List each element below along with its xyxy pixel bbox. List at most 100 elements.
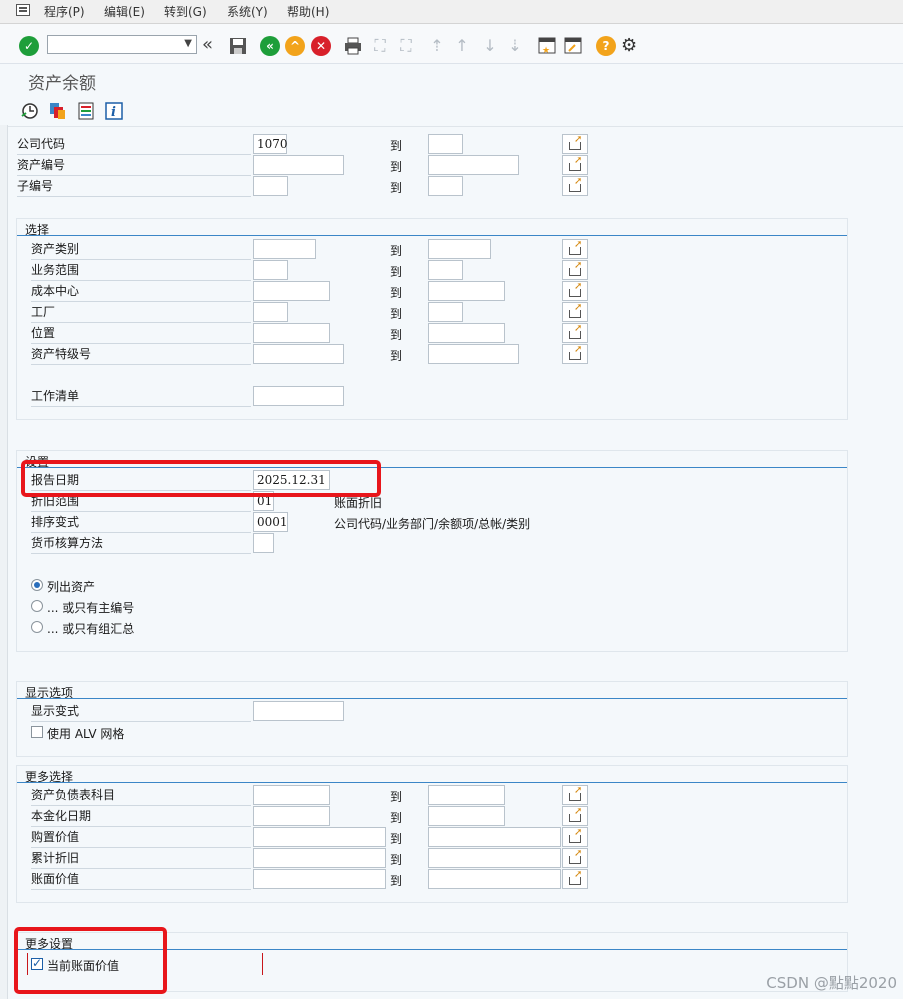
sort-variant-label: 排序变式 [31, 513, 251, 533]
currency-method-input[interactable] [253, 533, 274, 553]
menu-system[interactable]: 系统(Y) [227, 3, 268, 20]
accumulated-depreciation-high-input[interactable] [428, 848, 561, 868]
menu-edit[interactable]: 编辑(E) [104, 3, 145, 20]
multiple-selection-button[interactable] [562, 827, 588, 847]
info-icon[interactable]: i [104, 101, 124, 121]
multiple-selection-button[interactable] [562, 239, 588, 259]
company-code-low-input[interactable]: 1070 [253, 134, 288, 154]
plant-high-input[interactable] [428, 302, 463, 322]
find-next-icon[interactable]: ⛶ [396, 36, 416, 56]
asset-super-number-high-input[interactable] [428, 344, 519, 364]
enter-check-icon[interactable]: ✓ [19, 36, 39, 56]
gear-icon[interactable]: ⚙ [621, 36, 641, 56]
screen-title: 资产余额 [28, 74, 96, 94]
save-icon[interactable] [228, 36, 248, 56]
execute-clock-icon[interactable] [20, 101, 40, 121]
acquisition-value-low-input[interactable] [253, 827, 386, 847]
business-area-low-input[interactable] [253, 260, 288, 280]
multiple-selection-button[interactable] [562, 176, 588, 196]
to-label: 到 [390, 181, 403, 195]
capitalization-date-high-input[interactable] [428, 806, 505, 826]
multiple-selection-button[interactable] [562, 134, 588, 154]
exit-icon[interactable]: ^ [285, 36, 305, 56]
asset-class-high-input[interactable] [428, 239, 491, 259]
command-field[interactable]: ▼ [47, 35, 197, 54]
variant-icon[interactable] [48, 101, 68, 121]
currency-method-label: 货币核算方法 [31, 534, 251, 554]
cost-center-low-input[interactable] [253, 281, 330, 301]
multiple-selection-button[interactable] [562, 260, 588, 280]
menu-bar: 程序(P) 编辑(E) 转到(G) 系统(Y) 帮助(H) [0, 0, 903, 24]
menu-help[interactable]: 帮助(H) [287, 3, 329, 20]
to-label: 到 [390, 853, 403, 867]
subnumber-high-input[interactable] [428, 176, 463, 196]
worklist-input[interactable] [253, 386, 344, 406]
book-value-low-input[interactable] [253, 869, 386, 889]
balance-sheet-account-low-input[interactable] [253, 785, 330, 805]
acquisition-value-high-input[interactable] [428, 827, 561, 847]
radio-main-number-only[interactable] [31, 600, 43, 612]
group-divider [17, 782, 847, 783]
first-page-icon[interactable]: ⇡ [427, 36, 447, 56]
asset-class-low-input[interactable] [253, 239, 316, 259]
use-alv-grid-checkbox[interactable] [31, 726, 43, 738]
last-page-icon[interactable]: ⇣ [505, 36, 525, 56]
cancel-icon[interactable]: ✕ [311, 36, 331, 56]
multiple-selection-button[interactable] [562, 155, 588, 175]
asset-super-number-label: 资产特级号 [31, 345, 251, 365]
company-code-high-input[interactable] [428, 134, 463, 154]
back-icon[interactable]: « [260, 36, 280, 56]
to-label: 到 [390, 811, 403, 825]
double-left-chevron-icon[interactable]: « [202, 36, 222, 56]
to-label: 到 [390, 307, 403, 321]
location-high-input[interactable] [428, 323, 505, 343]
accumulated-depreciation-low-input[interactable] [253, 848, 386, 868]
book-value-high-input[interactable] [428, 869, 561, 889]
chevron-down-icon[interactable]: ▼ [184, 38, 192, 49]
create-session-icon[interactable]: ★ [537, 36, 557, 56]
capitalization-date-low-input[interactable] [253, 806, 330, 826]
list-icon[interactable] [76, 101, 96, 121]
to-label: 到 [390, 790, 403, 804]
use-alv-grid-label: 使用 ALV 网格 [47, 727, 125, 741]
multiple-selection-button[interactable] [562, 323, 588, 343]
plant-low-input[interactable] [253, 302, 288, 322]
find-icon[interactable]: ⛶ [370, 36, 390, 56]
help-icon[interactable]: ? [596, 36, 616, 56]
menu-icon[interactable] [16, 4, 30, 16]
balance-sheet-account-high-input[interactable] [428, 785, 505, 805]
radio-group-totals-only[interactable] [31, 621, 43, 633]
multiple-selection-button[interactable] [562, 869, 588, 889]
menu-goto[interactable]: 转到(G) [164, 3, 207, 20]
radio-group-totals-only-label: ... 或只有组汇总 [47, 622, 135, 636]
location-low-input[interactable] [253, 323, 330, 343]
multiple-selection-button[interactable] [562, 281, 588, 301]
asset-class-label: 资产类别 [31, 240, 251, 260]
multiple-selection-button[interactable] [562, 302, 588, 322]
multiple-selection-button[interactable] [562, 344, 588, 364]
sort-variant-input[interactable]: 0001 [253, 512, 288, 532]
asset-number-label: 资产编号 [17, 156, 251, 176]
menu-program[interactable]: 程序(P) [44, 3, 85, 20]
asset-number-low-input[interactable] [253, 155, 344, 175]
print-icon[interactable] [343, 36, 363, 56]
to-label: 到 [390, 874, 403, 888]
asset-number-high-input[interactable] [428, 155, 519, 175]
subnumber-low-input[interactable] [253, 176, 288, 196]
radio-list-assets[interactable] [31, 579, 43, 591]
cost-center-high-input[interactable] [428, 281, 505, 301]
prev-page-icon[interactable]: ↑ [452, 36, 472, 56]
acquisition-value-label: 购置价值 [31, 828, 251, 848]
to-label: 到 [390, 286, 403, 300]
display-variant-input[interactable] [253, 701, 344, 721]
company-code-label: 公司代码 [17, 135, 251, 155]
next-page-icon[interactable]: ↓ [480, 36, 500, 56]
multiple-selection-button[interactable] [562, 785, 588, 805]
business-area-high-input[interactable] [428, 260, 463, 280]
multiple-selection-button[interactable] [562, 848, 588, 868]
asset-super-number-low-input[interactable] [253, 344, 344, 364]
shortcut-icon[interactable] [563, 36, 583, 56]
multiple-selection-button[interactable] [562, 806, 588, 826]
left-strip [0, 125, 8, 999]
svg-text:★: ★ [542, 46, 550, 56]
